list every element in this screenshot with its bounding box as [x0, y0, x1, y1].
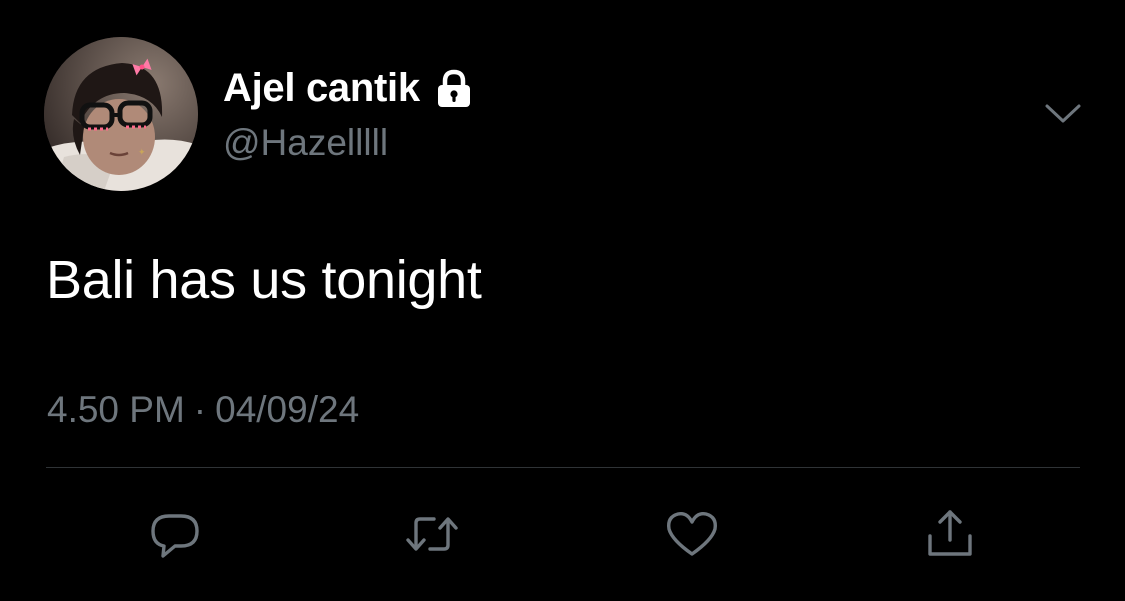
lock-icon — [433, 69, 475, 109]
display-name[interactable]: Ajel cantik — [223, 64, 420, 112]
avatar-photo: ✦ — [44, 37, 198, 191]
retweet-button[interactable] — [402, 506, 462, 562]
retweet-arrows-icon — [406, 517, 458, 551]
chevron-down-icon[interactable] — [1043, 98, 1083, 128]
share-upload-icon — [928, 510, 972, 556]
speech-bubble-icon — [151, 514, 199, 558]
share-button[interactable] — [920, 506, 980, 562]
avatar[interactable]: ✦ — [44, 37, 198, 191]
tweet-timestamp[interactable]: 4.50 PM · 04/09/24 — [47, 387, 359, 433]
tweet-date: 04/09/24 — [215, 389, 360, 430]
tweet-text: Bali has us tonight — [46, 250, 482, 310]
meta-separator: · — [193, 389, 207, 430]
author-name-row[interactable]: Ajel cantik — [223, 64, 475, 112]
tweet-time: 4.50 PM — [47, 389, 185, 430]
reply-button[interactable] — [145, 506, 205, 562]
tweet-detail: ✦ Ajel cantik @Hazelllll Bali has us ton… — [0, 0, 1125, 601]
user-handle[interactable]: @Hazelllll — [223, 120, 388, 166]
like-button[interactable] — [662, 506, 722, 562]
svg-text:✦: ✦ — [138, 148, 146, 158]
divider — [46, 467, 1080, 468]
heart-icon — [667, 511, 717, 556]
